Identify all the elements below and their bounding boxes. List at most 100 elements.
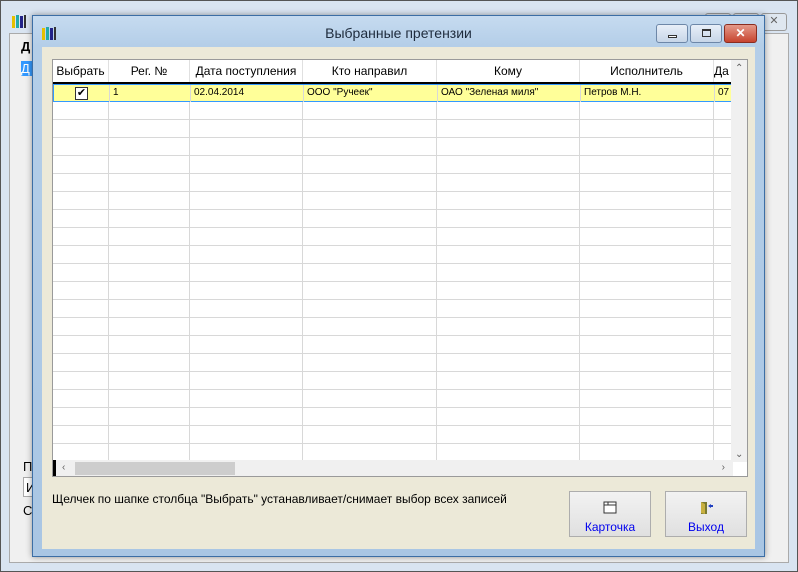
column-header-to[interactable]: Кому <box>437 60 580 82</box>
reg-no-cell: 1 <box>110 85 191 102</box>
minimize-button[interactable] <box>656 24 688 43</box>
empty-cell <box>53 444 109 461</box>
empty-cell <box>437 102 580 119</box>
frozen-divider <box>53 460 56 476</box>
column-header-select[interactable]: Выбрать <box>53 60 109 82</box>
empty-cell <box>303 372 437 389</box>
empty-cell <box>190 120 303 137</box>
empty-row <box>53 264 733 282</box>
empty-cell <box>190 372 303 389</box>
empty-cell <box>53 138 109 155</box>
empty-cell <box>303 318 437 335</box>
grid-header: Выбрать Рег. № Дата поступления Кто напр… <box>53 60 733 84</box>
empty-cell <box>303 264 437 281</box>
empty-cell <box>109 372 190 389</box>
empty-cell <box>109 336 190 353</box>
empty-cell <box>190 300 303 317</box>
empty-cell <box>303 354 437 371</box>
empty-cell <box>53 174 109 191</box>
empty-cell <box>437 390 580 407</box>
empty-cell <box>303 336 437 353</box>
scroll-down-icon[interactable]: ⌄ <box>735 449 743 460</box>
empty-row <box>53 408 733 426</box>
select-cell[interactable]: ✔ <box>54 85 110 102</box>
table-row[interactable]: ✔ 1 02.04.2014 ООО "Ручеек" ОАО "Зеленая… <box>53 84 733 102</box>
empty-row <box>53 174 733 192</box>
card-button[interactable]: Карточка <box>569 491 651 537</box>
empty-cell <box>580 264 714 281</box>
empty-cell <box>303 246 437 263</box>
empty-cell <box>303 390 437 407</box>
scroll-left-icon[interactable]: ‹ <box>62 462 65 473</box>
empty-cell <box>580 372 714 389</box>
empty-cell <box>190 354 303 371</box>
empty-cell <box>303 120 437 137</box>
empty-cell <box>437 120 580 137</box>
empty-cell <box>109 156 190 173</box>
empty-cell <box>109 102 190 119</box>
empty-cell <box>437 174 580 191</box>
close-button[interactable]: ✕ <box>724 24 757 43</box>
empty-cell <box>109 354 190 371</box>
empty-row <box>53 318 733 336</box>
empty-cell <box>303 282 437 299</box>
empty-cell <box>190 408 303 425</box>
empty-cell <box>53 408 109 425</box>
empty-cell <box>437 228 580 245</box>
horizontal-scrollbar[interactable]: ‹ › <box>53 460 733 476</box>
claims-grid: Выбрать Рег. № Дата поступления Кто напр… <box>52 59 748 477</box>
empty-cell <box>580 246 714 263</box>
scroll-up-icon[interactable]: ⌃ <box>735 63 743 74</box>
maximize-button[interactable] <box>690 24 722 43</box>
card-icon <box>603 501 617 514</box>
bg-label: П <box>23 459 33 474</box>
column-header-date[interactable]: Дата поступления <box>190 60 303 82</box>
empty-cell <box>437 354 580 371</box>
empty-row <box>53 282 733 300</box>
empty-cell <box>190 282 303 299</box>
empty-cell <box>53 372 109 389</box>
empty-cell <box>53 120 109 137</box>
empty-cell <box>53 300 109 317</box>
empty-cell <box>580 156 714 173</box>
column-header-executor[interactable]: Исполнитель <box>580 60 714 82</box>
empty-row <box>53 246 733 264</box>
column-header-from[interactable]: Кто направил <box>303 60 437 82</box>
empty-cell <box>53 390 109 407</box>
empty-cell <box>53 426 109 443</box>
empty-cell <box>437 210 580 227</box>
empty-cell <box>109 120 190 137</box>
empty-cell <box>437 282 580 299</box>
empty-cell <box>109 174 190 191</box>
empty-cell <box>53 354 109 371</box>
empty-cell <box>109 300 190 317</box>
empty-row <box>53 102 733 120</box>
empty-cell <box>109 426 190 443</box>
row-checkbox[interactable]: ✔ <box>75 87 88 100</box>
scrollbar-thumb[interactable] <box>75 462 235 475</box>
column-header-reg-no[interactable]: Рег. № <box>109 60 190 82</box>
empty-cell <box>580 174 714 191</box>
empty-cell <box>53 156 109 173</box>
vertical-scrollbar[interactable]: ⌃ ⌄ <box>731 60 747 462</box>
empty-cell <box>53 192 109 209</box>
empty-cell <box>303 300 437 317</box>
empty-row <box>53 426 733 444</box>
empty-cell <box>580 102 714 119</box>
empty-cell <box>109 318 190 335</box>
dialog-title: Выбранные претензии <box>325 25 472 41</box>
to-cell: ОАО "Зеленая миля" <box>438 85 581 102</box>
maximize-icon <box>702 29 711 37</box>
date-cell: 02.04.2014 <box>191 85 304 102</box>
empty-cell <box>437 192 580 209</box>
empty-row <box>53 390 733 408</box>
empty-cell <box>190 444 303 461</box>
empty-row <box>53 372 733 390</box>
empty-cell <box>580 354 714 371</box>
empty-cell <box>109 192 190 209</box>
empty-cell <box>303 138 437 155</box>
empty-row <box>53 120 733 138</box>
empty-cell <box>109 246 190 263</box>
scroll-right-icon[interactable]: › <box>722 462 725 473</box>
exit-button[interactable]: Выход <box>665 491 747 537</box>
